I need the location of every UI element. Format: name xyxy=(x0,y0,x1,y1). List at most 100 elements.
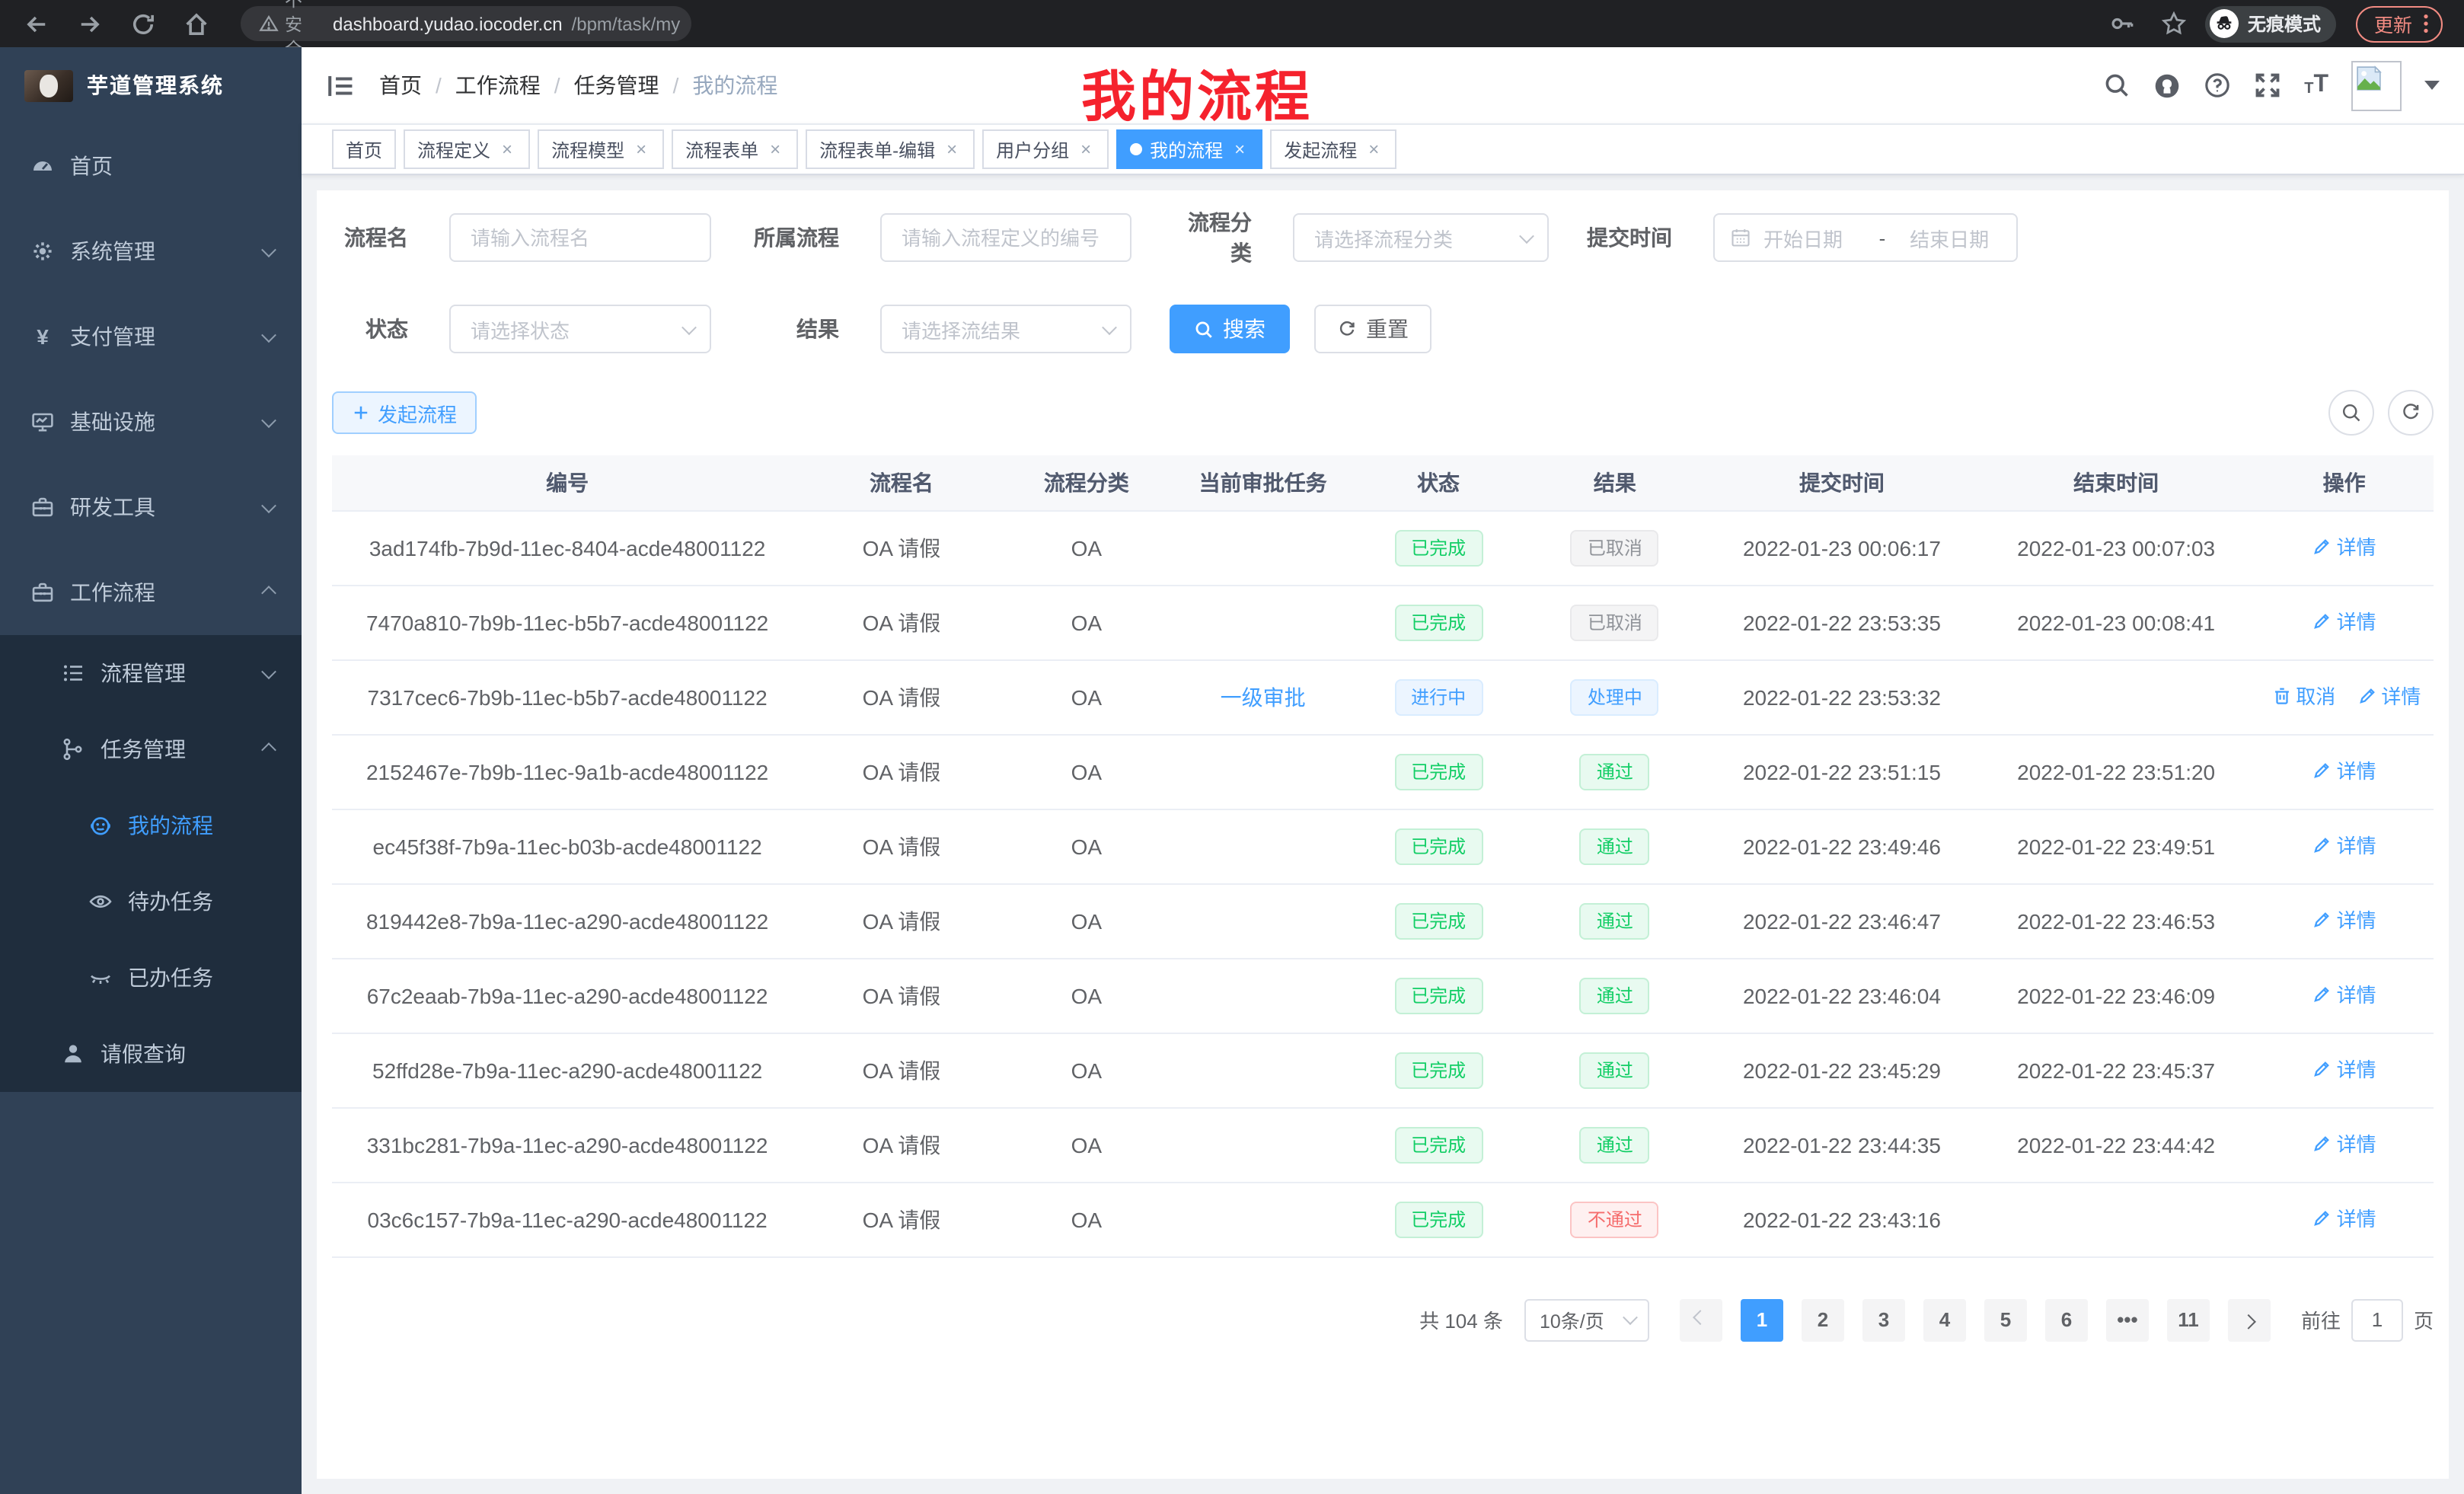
search-icon xyxy=(2341,402,2362,423)
update-label: 更新 xyxy=(2374,9,2412,38)
bookmark-star-icon[interactable] xyxy=(2161,11,2187,37)
category-select[interactable]: 请选择流程分类 xyxy=(1293,213,1549,262)
avatar-caret-icon[interactable] xyxy=(2424,81,2440,90)
goto-page-input[interactable] xyxy=(2351,1298,2403,1341)
page-button-1[interactable]: 1 xyxy=(1741,1298,1783,1341)
page-button-5[interactable]: 5 xyxy=(1984,1298,2027,1341)
detail-action-link[interactable]: 详情 xyxy=(2312,1204,2376,1233)
show-search-toggle-button[interactable] xyxy=(2328,390,2374,436)
sidebar-item-待办任务[interactable]: 待办任务 xyxy=(0,864,302,940)
search-icon[interactable] xyxy=(2103,72,2130,99)
back-icon[interactable] xyxy=(23,10,50,37)
column-header-编号: 编号 xyxy=(332,455,803,510)
refresh-table-button[interactable] xyxy=(2388,390,2434,436)
close-tab-icon[interactable]: × xyxy=(943,139,961,160)
detail-action-link[interactable]: 详情 xyxy=(2312,831,2376,860)
process-definition-input[interactable] xyxy=(880,213,1131,262)
page-size-select[interactable]: 10条/页 xyxy=(1524,1298,1649,1341)
detail-action-link[interactable]: 详情 xyxy=(2312,756,2376,785)
detail-action-link[interactable]: 详情 xyxy=(2312,905,2376,934)
tab-首页[interactable]: 首页 xyxy=(332,129,396,169)
create-process-button[interactable]: 发起流程 xyxy=(332,391,477,434)
action-label: 详情 xyxy=(2337,905,2376,934)
forward-icon[interactable] xyxy=(76,10,104,37)
fullscreen-icon[interactable] xyxy=(2254,72,2281,99)
edit-icon xyxy=(2312,985,2332,1004)
tab-用户分组[interactable]: 用户分组× xyxy=(982,129,1109,169)
status-select[interactable]: 请选择状态 xyxy=(449,305,711,353)
sidebar-item-工作流程[interactable]: 工作流程 xyxy=(0,550,302,635)
sidebar-item-基础设施[interactable]: 基础设施 xyxy=(0,379,302,464)
update-button[interactable]: 更新 xyxy=(2356,5,2443,42)
password-key-icon[interactable] xyxy=(2109,11,2135,37)
breadcrumb-item[interactable]: 工作流程 xyxy=(455,70,541,101)
detail-action-link[interactable]: 详情 xyxy=(2312,1129,2376,1158)
breadcrumb-separator: / xyxy=(673,73,679,97)
sidebar-item-系统管理[interactable]: 系统管理 xyxy=(0,209,302,294)
close-tab-icon[interactable]: × xyxy=(498,139,516,160)
avatar[interactable] xyxy=(2351,60,2402,110)
detail-action-link[interactable]: 详情 xyxy=(2312,607,2376,636)
page-button-11[interactable]: 11 xyxy=(2167,1298,2210,1341)
end-date-placeholder[interactable]: 结束日期 xyxy=(1897,223,2001,252)
tab-流程模型[interactable]: 流程模型× xyxy=(538,129,664,169)
breadcrumb-separator: / xyxy=(436,73,442,97)
page-button-2[interactable]: 2 xyxy=(1802,1298,1844,1341)
collapse-sidebar-icon[interactable] xyxy=(326,71,355,100)
reset-button[interactable]: 重置 xyxy=(1314,305,1431,353)
detail-action-link[interactable]: 详情 xyxy=(2312,980,2376,1009)
process-name-input[interactable] xyxy=(449,213,711,262)
process-category-cell: OA xyxy=(1001,1107,1173,1182)
tab-流程表单-编辑[interactable]: 流程表单-编辑× xyxy=(806,129,975,169)
submit-time-range-picker[interactable]: 开始日期 - 结束日期 xyxy=(1713,213,2018,262)
tab-流程表单[interactable]: 流程表单× xyxy=(672,129,798,169)
breadcrumb-item[interactable]: 任务管理 xyxy=(574,70,659,101)
incognito-badge[interactable]: 无痕模式 xyxy=(2205,5,2336,42)
result-select[interactable]: 请选择流结果 xyxy=(880,305,1131,353)
current-task-link[interactable]: 一级审批 xyxy=(1221,685,1306,709)
close-tab-icon[interactable]: × xyxy=(1077,139,1095,160)
reload-icon[interactable] xyxy=(129,10,157,37)
status-badge: 已完成 xyxy=(1394,604,1483,640)
sidebar-item-任务管理[interactable]: 任务管理 xyxy=(0,711,302,787)
browser-menu-dots-icon[interactable] xyxy=(2423,12,2429,35)
tab-我的流程[interactable]: 我的流程× xyxy=(1116,129,1262,169)
detail-action-link[interactable]: 详情 xyxy=(2312,1055,2376,1084)
search-button[interactable]: 搜索 xyxy=(1170,305,1290,353)
tab-流程定义[interactable]: 流程定义× xyxy=(404,129,530,169)
sidebar-item-支付管理[interactable]: ¥支付管理 xyxy=(0,294,302,379)
status-cell: 进行中 xyxy=(1353,659,1524,734)
close-tab-icon[interactable]: × xyxy=(766,139,784,160)
prev-page-button[interactable] xyxy=(1680,1298,1722,1341)
incognito-label: 无痕模式 xyxy=(2248,11,2321,37)
close-tab-icon[interactable]: × xyxy=(632,139,650,160)
detail-action-link[interactable]: 详情 xyxy=(2357,682,2421,710)
sidebar-item-流程管理[interactable]: 流程管理 xyxy=(0,635,302,711)
detail-action-link[interactable]: 详情 xyxy=(2312,532,2376,561)
page-button-6[interactable]: 6 xyxy=(2045,1298,2088,1341)
help-icon[interactable] xyxy=(2204,72,2231,99)
sidebar-item-首页[interactable]: 首页 xyxy=(0,123,302,209)
tab-发起流程[interactable]: 发起流程× xyxy=(1270,129,1396,169)
sidebar-item-研发工具[interactable]: 研发工具 xyxy=(0,464,302,550)
sidebar-item-已办任务[interactable]: 已办任务 xyxy=(0,940,302,1016)
sidebar-item-请假查询[interactable]: 请假查询 xyxy=(0,1016,302,1092)
process-id-cell: 819442e8-7b9a-11ec-a290-acde48001122 xyxy=(332,883,803,958)
close-tab-icon[interactable]: × xyxy=(1364,139,1383,160)
address-bar[interactable]: 不安全 dashboard.yudao.iocoder.cn/bpm/task/… xyxy=(241,6,691,41)
close-tab-icon[interactable]: × xyxy=(1230,139,1249,160)
next-page-button[interactable] xyxy=(2228,1298,2271,1341)
page-button-4[interactable]: 4 xyxy=(1923,1298,1966,1341)
sidebar-item-我的流程[interactable]: 我的流程 xyxy=(0,787,302,864)
app-logo-row[interactable]: 芋道管理系统 xyxy=(0,47,302,123)
page-ellipsis[interactable]: ••• xyxy=(2106,1298,2149,1341)
home-icon[interactable] xyxy=(183,10,210,37)
font-size-icon[interactable]: TT xyxy=(2304,73,2328,97)
page-button-3[interactable]: 3 xyxy=(1862,1298,1905,1341)
github-icon[interactable] xyxy=(2153,72,2181,99)
cancel-action-link[interactable]: 取消 xyxy=(2271,682,2335,710)
process-id-cell: 3ad174fb-7b9d-11ec-8404-acde48001122 xyxy=(332,510,803,585)
sidebar-item-label: 研发工具 xyxy=(70,492,263,522)
breadcrumb-item[interactable]: 首页 xyxy=(379,70,422,101)
start-date-placeholder[interactable]: 开始日期 xyxy=(1763,223,1867,252)
